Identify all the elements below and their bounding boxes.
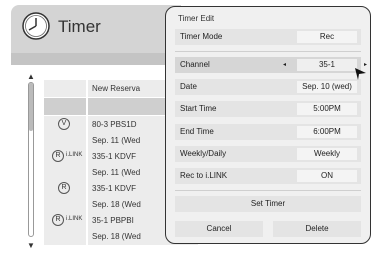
- start-time-label: Start Time: [180, 104, 217, 113]
- scroll-up-icon[interactable]: ▲: [27, 72, 35, 81]
- weekly-daily-value[interactable]: Weekly: [297, 148, 357, 160]
- list-item-icon-cell: R: [44, 180, 86, 197]
- channel-label: Channel: [180, 60, 210, 69]
- divider: [175, 51, 361, 52]
- rec-to-ilink-field[interactable]: Rec to i.LINK ON: [175, 168, 361, 184]
- list-item-icon-cell: [44, 80, 86, 97]
- divider: [175, 190, 361, 191]
- rec-to-ilink-label: Rec to i.LINK: [180, 171, 228, 180]
- screen-title: Timer: [58, 17, 101, 36]
- channel-value-text: 35-1: [318, 60, 335, 69]
- rec-mode-icon: R: [58, 182, 70, 194]
- rec-mode-icon: R: [52, 150, 64, 162]
- dialog-title: Timer Edit: [178, 14, 215, 23]
- rec-to-ilink-value[interactable]: ON: [297, 170, 357, 182]
- end-time-label: End Time: [180, 127, 214, 136]
- date-field[interactable]: Date Sep. 10 (wed): [175, 79, 361, 95]
- date-value[interactable]: Sep. 10 (wed): [297, 81, 357, 93]
- rec-mode-icon: R: [52, 214, 64, 226]
- subheader-bar: [11, 53, 181, 65]
- scroll-track[interactable]: [28, 82, 34, 237]
- channel-field[interactable]: Channel ◂ 35-1 ▸: [175, 57, 367, 73]
- list-item-icon-cell: Ri.LINK: [44, 212, 86, 229]
- delete-button[interactable]: Delete: [273, 221, 361, 237]
- list-item-icon-cell: [44, 228, 86, 245]
- timer-edit-dialog: Timer Edit Timer Mode Rec Channel ◂ 35-1…: [165, 6, 371, 244]
- timer-mode-value[interactable]: Rec: [297, 31, 357, 43]
- list-item-icon-cell: Ri.LINK: [44, 148, 86, 165]
- weekly-daily-field[interactable]: Weekly/Daily Weekly: [175, 146, 361, 162]
- ilink-label: i.LINK: [66, 152, 83, 158]
- list-item-icon-cell: [44, 164, 86, 181]
- scroll-thumb[interactable]: [29, 83, 33, 131]
- start-time-value[interactable]: 5:00PM: [297, 103, 357, 115]
- start-time-field[interactable]: Start Time 5:00PM: [175, 101, 361, 117]
- ilink-label: i.LINK: [66, 216, 83, 222]
- date-label: Date: [180, 82, 197, 91]
- clock-icon: [22, 12, 50, 40]
- scroll-down-icon[interactable]: ▼: [27, 241, 35, 250]
- weekly-daily-label: Weekly/Daily: [180, 149, 227, 158]
- v-mode-icon: V: [58, 118, 70, 130]
- end-time-field[interactable]: End Time 6:00PM: [175, 124, 361, 140]
- set-timer-button[interactable]: Set Timer: [175, 196, 361, 212]
- end-time-value[interactable]: 6:00PM: [297, 126, 357, 138]
- timer-mode-field[interactable]: Timer Mode Rec: [175, 29, 361, 45]
- list-item-icon-cell: [44, 196, 86, 213]
- cancel-button[interactable]: Cancel: [175, 221, 263, 237]
- arrow-left-icon[interactable]: ◂: [283, 59, 286, 71]
- list-scrollbar[interactable]: ▲ ▼: [24, 72, 38, 250]
- channel-value[interactable]: ◂ 35-1 ▸: [283, 59, 367, 71]
- list-item-icon-cell: [44, 98, 86, 115]
- list-item-icon-cell: V: [44, 116, 86, 133]
- timer-mode-label: Timer Mode: [180, 32, 223, 41]
- pointer-cursor-icon: [355, 68, 366, 80]
- list-item-icon-cell: [44, 132, 86, 149]
